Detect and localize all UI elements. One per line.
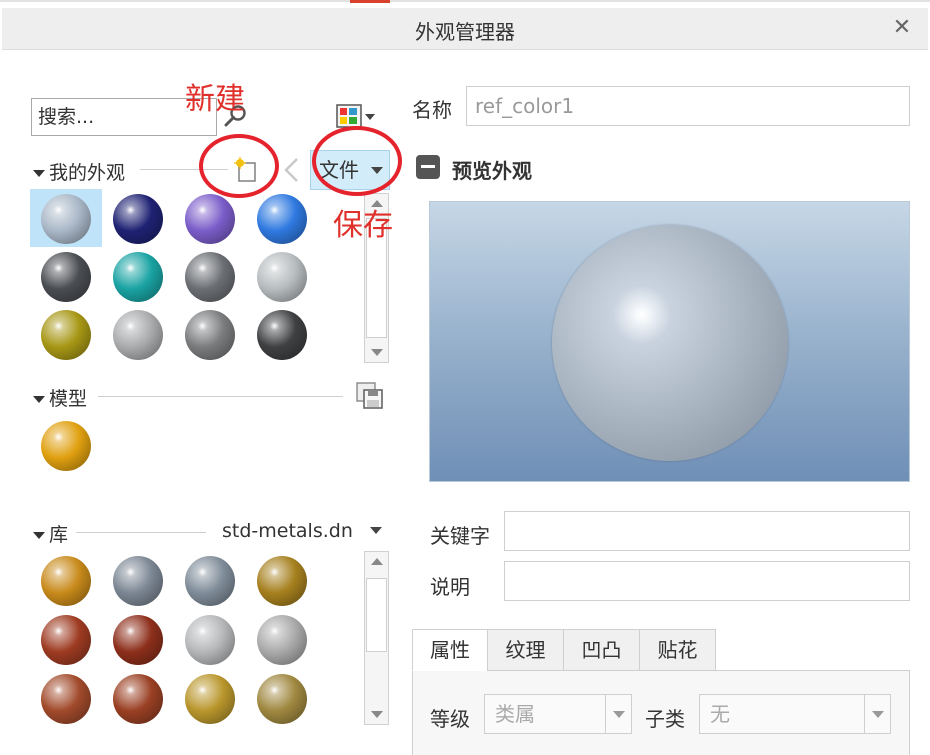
tab-decal[interactable]: 贴花 (639, 629, 716, 671)
library-appearance-swatch[interactable] (41, 556, 91, 606)
my-appearance-swatch[interactable] (41, 194, 91, 244)
my-appearance-swatch[interactable] (41, 252, 91, 302)
level-label: 等级 (430, 707, 470, 731)
chevron-down-icon[interactable] (605, 695, 631, 733)
title-bar: 外观管理器 ✕ (0, 0, 930, 58)
window-title: 外观管理器 (415, 20, 515, 44)
library-appearance-swatch[interactable] (113, 615, 163, 665)
my-appearances-header[interactable]: 我的外观 (33, 158, 125, 185)
tab-bump[interactable]: 凹凸 (563, 629, 640, 671)
scroll-up-icon[interactable] (371, 558, 383, 565)
library-appearance-swatch[interactable] (185, 615, 235, 665)
keywords-field[interactable] (504, 511, 910, 551)
description-field[interactable] (504, 561, 910, 601)
window-top-border (0, 0, 930, 2)
my-appearance-swatch[interactable] (113, 310, 163, 360)
my-appearance-swatch[interactable] (257, 310, 307, 360)
my-appearance-swatch[interactable] (185, 252, 235, 302)
library-appearance-swatch[interactable] (41, 615, 91, 665)
subclass-select[interactable]: 无 (699, 694, 891, 734)
tab-properties[interactable]: 属性 (412, 629, 488, 671)
level-value: 类属 (495, 702, 535, 726)
scroll-down-icon[interactable] (371, 711, 383, 718)
close-icon[interactable]: ✕ (890, 14, 914, 42)
library-label: 库 (49, 524, 69, 546)
my-appearance-swatch[interactable] (113, 194, 163, 244)
chevron-down-icon[interactable] (864, 695, 890, 733)
model-label: 模型 (49, 388, 88, 410)
preview-title: 预览外观 (452, 159, 532, 183)
description-label: 说明 (430, 575, 470, 599)
section-divider (98, 396, 343, 397)
subclass-value: 无 (710, 702, 730, 726)
tab-texture[interactable]: 纹理 (487, 629, 564, 671)
chevron-down-icon[interactable] (370, 527, 382, 534)
library-appearance-swatch[interactable] (113, 556, 163, 606)
model-appearance-swatch[interactable] (41, 421, 91, 471)
library-appearance-swatch[interactable] (113, 674, 163, 724)
annotation-circle-save (312, 126, 402, 196)
appearance-preview[interactable] (429, 201, 910, 482)
my-appearance-swatch[interactable] (41, 310, 91, 360)
my-appearances-label: 我的外观 (49, 162, 126, 184)
library-header[interactable]: 库 (33, 520, 68, 547)
annotation-save: 保存 (333, 208, 393, 243)
my-appearance-swatch[interactable] (185, 310, 235, 360)
chevron-left-icon (284, 158, 298, 182)
collapse-triangle-icon (33, 532, 45, 539)
window-top-accent (350, 0, 390, 3)
scroll-down-icon[interactable] (371, 349, 383, 356)
my-appearance-swatch[interactable] (257, 194, 307, 244)
section-divider (76, 532, 206, 533)
scroll-thumb[interactable] (366, 578, 387, 652)
name-field[interactable]: ref_color1 (466, 86, 910, 126)
library-file-select[interactable]: std-metals.dn (222, 520, 360, 542)
save-icon[interactable] (356, 382, 384, 410)
my-appearance-swatch[interactable] (113, 252, 163, 302)
name-label: 名称 (412, 98, 452, 122)
library-appearance-swatch[interactable] (257, 615, 307, 665)
my-appearance-swatch[interactable] (257, 252, 307, 302)
my-appearance-swatch[interactable] (185, 194, 235, 244)
subclass-label: 子类 (645, 707, 685, 731)
library-scrollbar[interactable] (364, 551, 389, 725)
library-appearance-swatch[interactable] (41, 674, 91, 724)
library-appearance-swatch[interactable] (257, 556, 307, 606)
preview-sphere (552, 225, 788, 461)
collapse-triangle-icon (33, 396, 45, 403)
keywords-label: 关键字 (430, 524, 490, 548)
collapse-icon[interactable] (416, 155, 440, 179)
annotation-new: 新建 (185, 82, 245, 117)
level-select[interactable]: 类属 (484, 694, 632, 734)
library-appearance-swatch[interactable] (257, 674, 307, 724)
model-header[interactable]: 模型 (33, 384, 87, 411)
library-appearance-swatch[interactable] (185, 674, 235, 724)
collapse-triangle-icon (33, 170, 45, 177)
annotation-circle-new (199, 134, 279, 198)
library-appearance-swatch[interactable] (185, 556, 235, 606)
